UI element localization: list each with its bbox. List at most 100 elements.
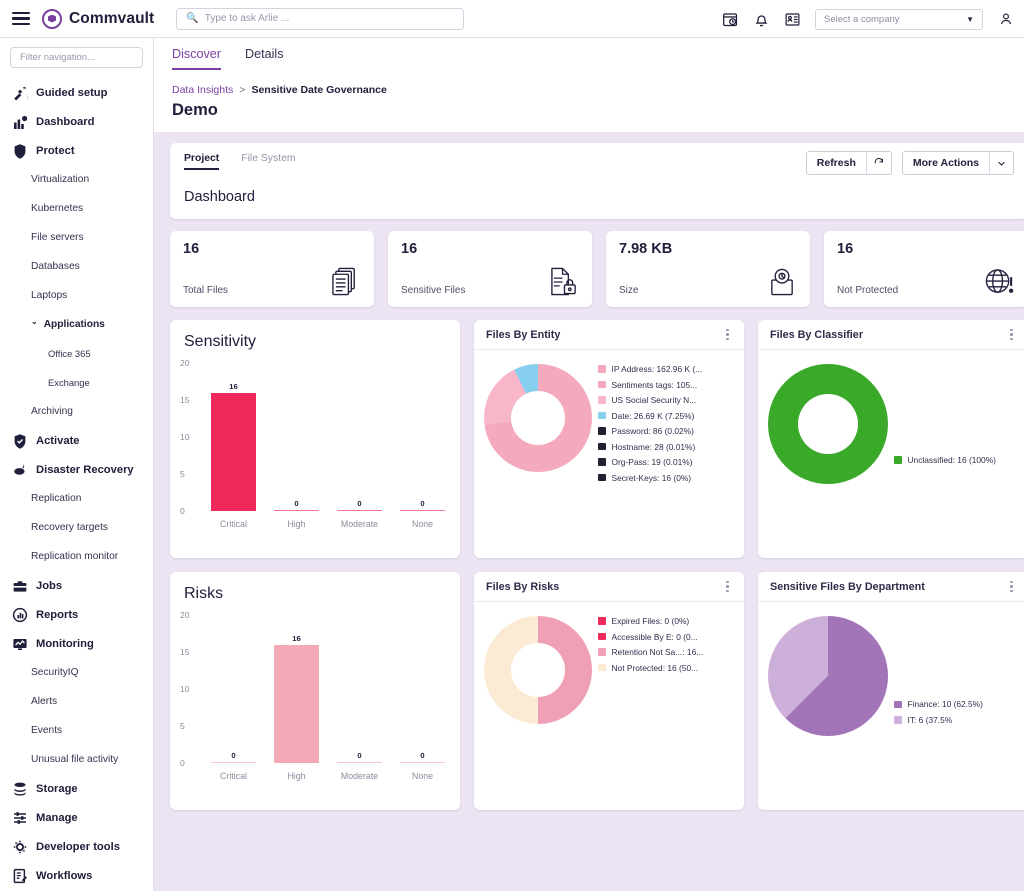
sidebar-item-guided-setup[interactable]: Guided setup: [0, 78, 153, 107]
tab-discover[interactable]: Discover: [172, 47, 221, 70]
sidebar-item-storage[interactable]: Storage: [0, 774, 153, 803]
chart-card-header: Files By Risks: [474, 572, 744, 602]
sidebar-item-reports[interactable]: Reports: [0, 600, 153, 629]
chart-menu-icon[interactable]: [1007, 326, 1016, 344]
company-select[interactable]: Select a company ▼: [815, 8, 983, 30]
sidebar-item-laptops[interactable]: Laptops: [0, 281, 153, 310]
legend-item[interactable]: Date: 26.69 K (7.25%): [598, 411, 734, 421]
y-axis-tick: 10: [180, 432, 190, 442]
legend-item[interactable]: Accessible By E: 0 (0...: [598, 632, 734, 642]
legend-item[interactable]: US Social Security N...: [598, 395, 734, 405]
bar-group[interactable]: 16 Critical: [202, 363, 265, 529]
sidebar-item-unusual-file-activity[interactable]: Unusual file activity: [0, 745, 153, 774]
sidebar-item-applications[interactable]: ⌄ Applications: [0, 310, 153, 339]
bar[interactable]: [337, 509, 382, 511]
sidebar-item-exchange[interactable]: Exchange: [0, 368, 153, 397]
sidebar-item-securityiq[interactable]: SecurityIQ: [0, 658, 153, 687]
sidebar-item-virtualization[interactable]: Virtualization: [0, 165, 153, 194]
legend-item[interactable]: Sentiments tags: 105...: [598, 380, 734, 390]
sidebar-item-jobs[interactable]: Jobs: [0, 571, 153, 600]
main-area: Discover Details Data Insights > Sensiti…: [154, 38, 1024, 891]
sidebar-item-alerts[interactable]: Alerts: [0, 687, 153, 716]
y-axis-tick: 20: [180, 610, 190, 620]
chart-menu-icon[interactable]: [723, 326, 732, 344]
bell-icon[interactable]: [753, 11, 770, 28]
legend-item[interactable]: Password: 86 (0.02%): [598, 426, 734, 436]
bar[interactable]: [274, 644, 319, 763]
donut-chart[interactable]: [484, 364, 592, 472]
hamburger-icon[interactable]: [12, 11, 30, 26]
chevron-down-icon[interactable]: [990, 152, 1013, 174]
sidebar-item-events[interactable]: Events: [0, 716, 153, 745]
legend-item[interactable]: IT: 6 (37.5%: [894, 715, 1018, 725]
legend-swatch: [598, 458, 606, 466]
bar[interactable]: [400, 761, 445, 763]
legend-item[interactable]: Unclassified: 16 (100%): [894, 455, 1018, 465]
bar-group[interactable]: 0 None: [391, 363, 454, 529]
refresh-icon[interactable]: [867, 152, 891, 174]
sidebar-item-databases[interactable]: Databases: [0, 252, 153, 281]
sidebar-item-kubernetes[interactable]: Kubernetes: [0, 194, 153, 223]
legend-item[interactable]: IP Address: 162.96 K (...: [598, 364, 734, 374]
bar-group[interactable]: 16 High: [265, 615, 328, 781]
donut-chart[interactable]: [768, 364, 888, 484]
sidebar-item-protect[interactable]: Protect: [0, 136, 153, 165]
sidebar-item-file-servers[interactable]: File servers: [0, 223, 153, 252]
chart-menu-icon[interactable]: [1007, 578, 1016, 596]
sidebar-item-developer-tools[interactable]: Developer tools: [0, 832, 153, 861]
sidebar-item-replication-monitor[interactable]: Replication monitor: [0, 542, 153, 571]
sidebar-item-archiving[interactable]: Archiving: [0, 397, 153, 426]
sidebar-item-label: Reports: [36, 608, 79, 621]
kpi-value: 16: [401, 241, 418, 257]
sidebar-item-activate[interactable]: Activate: [0, 426, 153, 455]
bar-group[interactable]: 0 Moderate: [328, 363, 391, 529]
chart-card-sensitive-files-by-department: Sensitive Files By Department Finance: 10…: [758, 572, 1024, 810]
legend-item[interactable]: Org-Pass: 19 (0.01%): [598, 457, 734, 467]
nav-filter-input[interactable]: Filter navigation...: [10, 47, 143, 68]
sidebar-item-label: Applications: [43, 319, 105, 330]
more-actions-button[interactable]: More Actions: [901, 151, 1014, 175]
bar-group[interactable]: 0 High: [265, 363, 328, 529]
bar-group[interactable]: 0 None: [391, 615, 454, 781]
sidebar-item-disaster-recovery[interactable]: Disaster Recovery: [0, 455, 153, 484]
donut-chart[interactable]: [484, 616, 592, 724]
pie-chart[interactable]: [768, 616, 888, 736]
sidebar-item-label: Dashboard: [36, 115, 95, 128]
sidebar-item-replication[interactable]: Replication: [0, 484, 153, 513]
legend-item[interactable]: Retention Not Sa...: 16...: [598, 647, 734, 657]
bar[interactable]: [274, 509, 319, 511]
bar-group[interactable]: 0 Moderate: [328, 615, 391, 781]
legend-item[interactable]: Not Protected: 16 (50...: [598, 663, 734, 673]
bar[interactable]: [337, 761, 382, 763]
sidebar-item-recovery-targets[interactable]: Recovery targets: [0, 513, 153, 542]
sidebar-item-office-365[interactable]: Office 365: [0, 339, 153, 368]
tab-file-system[interactable]: File System: [241, 153, 295, 170]
tab-project[interactable]: Project: [184, 153, 220, 170]
sidebar-item-dashboard[interactable]: Dashboard: [0, 107, 153, 136]
id-card-icon[interactable]: [784, 11, 801, 28]
legend-label: Sentiments tags: 105...: [611, 379, 698, 390]
sidebar-item-label: Monitoring: [36, 637, 94, 650]
bar-group[interactable]: 0 Critical: [202, 615, 265, 781]
chart-menu-icon[interactable]: [723, 578, 732, 596]
legend-item[interactable]: Secret-Keys: 16 (0%): [598, 473, 734, 483]
legend-item[interactable]: Expired Files: 0 (0%): [598, 616, 734, 626]
legend-item[interactable]: Finance: 10 (62.5%): [894, 699, 1018, 709]
calendar-clock-icon[interactable]: [722, 11, 739, 28]
sidebar-item-monitoring[interactable]: Monitoring: [0, 629, 153, 658]
chart-card-files-by-risks: Files By Risks Expired Files: 0 (0%) Acces…: [474, 572, 744, 810]
dashboard-label: Dashboard: [184, 189, 255, 205]
kpi-value: 16: [837, 241, 854, 257]
sidebar-item-manage[interactable]: Manage: [0, 803, 153, 832]
refresh-button[interactable]: Refresh: [805, 151, 892, 175]
user-avatar-icon[interactable]: [997, 11, 1014, 28]
search-input[interactable]: 🔍 Type to ask Arlie ...: [176, 7, 465, 30]
chevron-down-icon[interactable]: ⌄: [31, 317, 38, 326]
bar[interactable]: [211, 761, 256, 763]
bar[interactable]: [400, 509, 445, 511]
sidebar-item-workflows[interactable]: Workflows: [0, 861, 153, 890]
tab-details[interactable]: Details: [245, 47, 284, 70]
bar[interactable]: [211, 392, 256, 511]
breadcrumb-parent[interactable]: Data Insights: [172, 84, 233, 96]
legend-item[interactable]: Hostname: 28 (0.01%): [598, 442, 734, 452]
